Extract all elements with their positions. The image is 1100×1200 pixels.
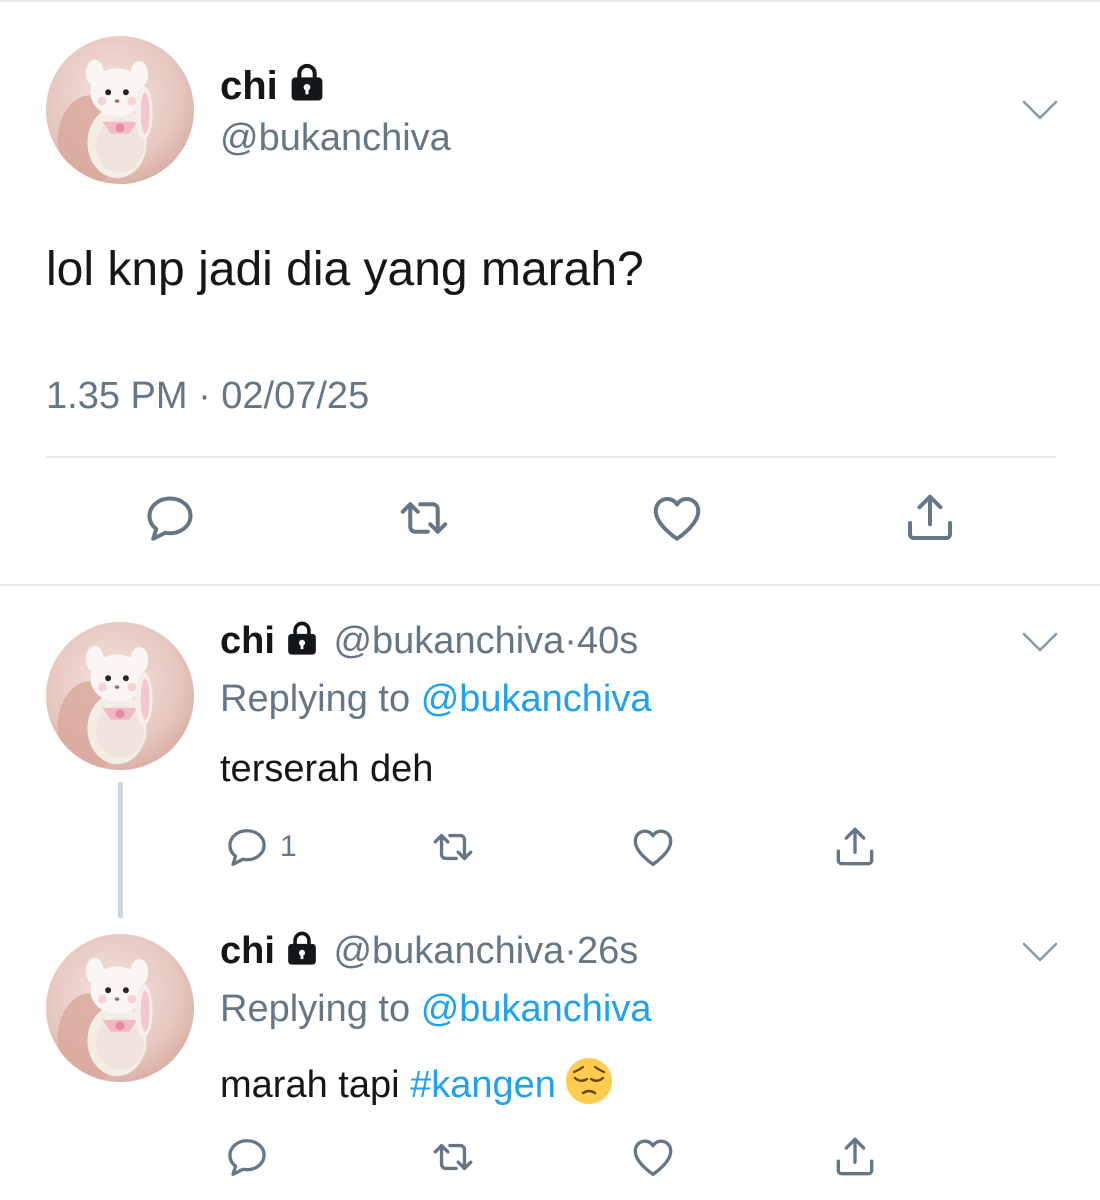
reply-text: marah tapi #kangen	[220, 1056, 614, 1108]
share-button[interactable]	[830, 822, 880, 872]
like-icon	[628, 1132, 678, 1182]
reply-time: 40s	[576, 620, 639, 662]
reply-text-body: marah tapi	[220, 1064, 400, 1106]
like-button[interactable]	[647, 488, 707, 548]
share-icon	[830, 822, 880, 872]
reply-button[interactable]	[222, 1132, 272, 1182]
replying-to: Replying to @bukanchiva	[220, 986, 652, 1032]
display-name-text: chi	[220, 64, 278, 108]
share-button[interactable]	[830, 1132, 880, 1182]
avatar[interactable]	[46, 622, 194, 770]
like-button[interactable]	[628, 822, 678, 872]
avatar[interactable]	[46, 934, 194, 1082]
like-icon	[628, 822, 678, 872]
avatar-image	[46, 622, 194, 770]
like-icon	[647, 488, 707, 548]
replying-to-link[interactable]: @bukanchiva	[421, 678, 652, 720]
handle[interactable]: @bukanchiva	[220, 116, 451, 160]
chevron-down-icon[interactable]	[1020, 96, 1060, 124]
lock-icon	[285, 930, 319, 966]
reply-header: chi @bukanchiva·40s	[220, 618, 638, 664]
separator: ·	[564, 930, 577, 972]
display-name[interactable]: chi	[220, 62, 326, 109]
handle[interactable]: @bukanchiva	[333, 930, 564, 972]
hashtag-link[interactable]: #kangen	[410, 1064, 556, 1106]
avatar[interactable]	[46, 36, 194, 184]
display-name[interactable]: chi	[220, 620, 275, 662]
reply-text: terserah deh	[220, 748, 434, 790]
chevron-down-icon[interactable]	[1020, 628, 1060, 656]
reply-button[interactable]	[222, 822, 272, 872]
avatar-image	[46, 36, 194, 184]
tweet-timestamp: 1.35 PM · 02/07/25	[46, 375, 370, 417]
reply-icon	[222, 822, 272, 872]
lock-icon	[285, 620, 319, 656]
top-divider	[0, 0, 1100, 2]
reply-icon	[222, 1132, 272, 1182]
reply-icon	[140, 488, 200, 548]
handle[interactable]: @bukanchiva	[333, 620, 564, 662]
reply-header: chi @bukanchiva·26s	[220, 928, 638, 974]
share-icon	[900, 488, 960, 548]
replying-to-link[interactable]: @bukanchiva	[421, 988, 652, 1030]
thread-line	[118, 782, 123, 918]
replying-to: Replying to @bukanchiva	[220, 676, 652, 722]
retweet-icon	[428, 822, 478, 872]
share-icon	[830, 1132, 880, 1182]
retweet-button[interactable]	[428, 822, 478, 872]
retweet-button[interactable]	[428, 1132, 478, 1182]
divider	[46, 456, 1056, 458]
divider	[0, 584, 1100, 586]
separator: ·	[564, 620, 577, 662]
retweet-icon	[428, 1132, 478, 1182]
reply-count: 1	[280, 830, 297, 863]
replying-to-prefix: Replying to	[220, 678, 411, 720]
like-button[interactable]	[628, 1132, 678, 1182]
retweet-icon	[394, 488, 454, 548]
pensive-face-emoji	[565, 1058, 612, 1104]
reply-button[interactable]	[140, 488, 200, 548]
share-button[interactable]	[900, 488, 960, 548]
tweet-text: lol knp jadi dia yang marah?	[46, 243, 644, 296]
chevron-down-icon[interactable]	[1020, 938, 1060, 966]
replying-to-prefix: Replying to	[220, 988, 411, 1030]
lock-icon	[288, 62, 326, 102]
retweet-button[interactable]	[394, 488, 454, 548]
reply-time: 26s	[576, 930, 639, 972]
avatar-image	[46, 934, 194, 1082]
display-name[interactable]: chi	[220, 930, 275, 972]
